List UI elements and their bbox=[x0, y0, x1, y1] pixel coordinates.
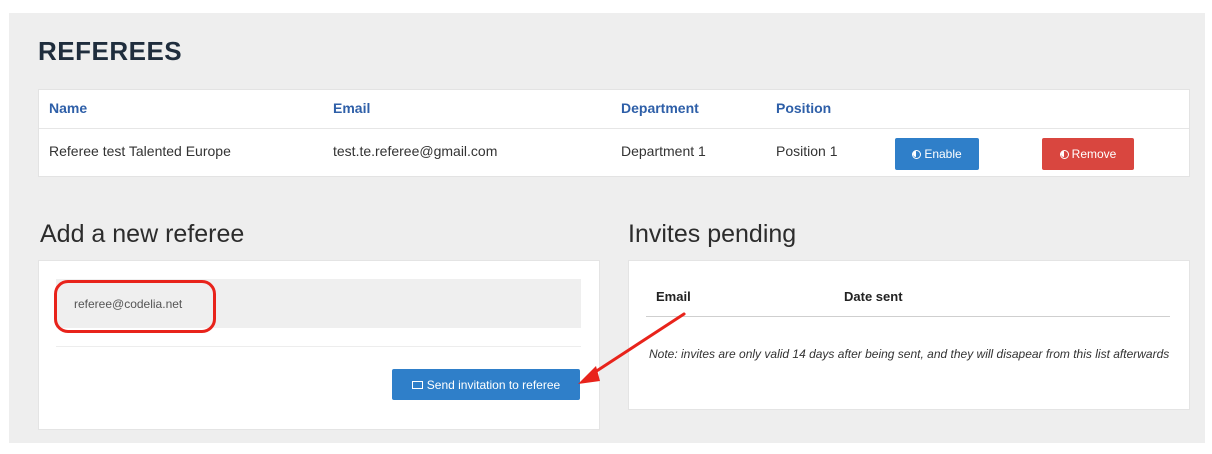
remove-button-label: Remove bbox=[1071, 147, 1117, 161]
table-header: Name Email Department Position bbox=[39, 90, 1189, 129]
invites-pending-card bbox=[628, 260, 1190, 410]
divider bbox=[56, 346, 581, 347]
toggle-icon bbox=[1059, 149, 1069, 159]
referee-email-input[interactable] bbox=[56, 279, 581, 328]
referees-table: Name Email Department Position Referee t… bbox=[38, 89, 1190, 177]
toggle-icon bbox=[912, 149, 922, 159]
invites-column-email: Email bbox=[656, 289, 691, 304]
invites-header-divider bbox=[646, 316, 1170, 317]
send-invitation-button[interactable]: Send invitation to referee bbox=[392, 369, 580, 400]
referee-email: test.te.referee@gmail.com bbox=[333, 143, 498, 159]
page-title: REFEREES bbox=[38, 36, 183, 66]
referee-name: Referee test Talented Europe bbox=[49, 143, 231, 159]
column-header-department: Department bbox=[621, 100, 699, 116]
invites-note: Note: invites are only valid 14 days aft… bbox=[649, 347, 1170, 361]
referee-department: Department 1 bbox=[621, 143, 706, 159]
column-header-email: Email bbox=[333, 100, 371, 116]
invites-column-date-sent: Date sent bbox=[844, 289, 903, 304]
enable-button-label: Enable bbox=[924, 147, 962, 161]
send-invitation-label: Send invitation to referee bbox=[426, 377, 561, 392]
add-referee-title: Add a new referee bbox=[40, 220, 245, 248]
column-header-position: Position bbox=[776, 100, 832, 116]
invites-pending-title: Invites pending bbox=[628, 220, 797, 248]
column-header-name: Name bbox=[49, 100, 88, 116]
referee-position: Position 1 bbox=[776, 143, 838, 159]
remove-button[interactable]: Remove bbox=[1042, 138, 1134, 170]
enable-button[interactable]: Enable bbox=[895, 138, 979, 170]
table-row: Referee test Talented Europe test.te.ref… bbox=[39, 128, 1189, 177]
envelope-icon bbox=[411, 380, 423, 389]
